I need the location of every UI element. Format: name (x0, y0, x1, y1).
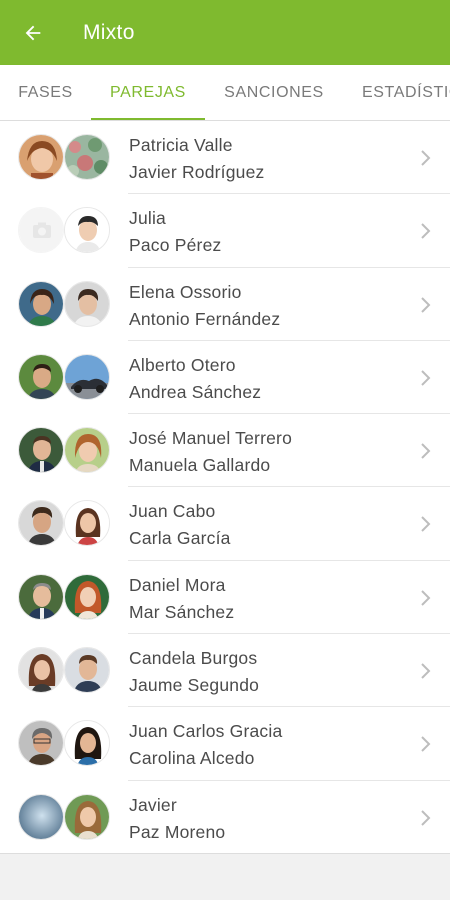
avatar (18, 720, 64, 767)
avatar (64, 353, 110, 400)
list-item[interactable]: Patricia Valle Javier Rodríguez (0, 121, 450, 195)
tab-sanciones[interactable]: SANCIONES (205, 65, 343, 120)
arrow-back-icon (25, 25, 41, 40)
list-item[interactable]: Elena Ossorio Antonio Fernández (0, 268, 450, 341)
player-two-name: Paz Moreno (129, 821, 226, 842)
list-item[interactable]: José Manuel Terrero Manuela Gallardo (0, 414, 450, 488)
list-item[interactable]: Juan Carlos Gracia Carolina Alcedo (0, 707, 450, 781)
list-item[interactable]: Alberto Otero Andrea Sánchez (0, 341, 450, 415)
app-bar: Mixto (0, 0, 450, 65)
player-two-name: Mar Sánchez (129, 601, 235, 622)
avatar (18, 793, 64, 840)
chevron-right-icon (421, 150, 431, 166)
avatar (18, 500, 64, 547)
avatar (64, 720, 110, 767)
list-item[interactable]: Candela Burgos Jaume Segundo (0, 634, 450, 708)
tab-estadisticas[interactable]: ESTADÍSTIC (343, 65, 450, 120)
chevron-right-icon (421, 516, 431, 533)
player-one-name: Candela Burgos (129, 648, 258, 669)
back-button[interactable] (0, 0, 66, 65)
player-one-name: Daniel Mora (129, 574, 226, 595)
chevron-right-icon (421, 370, 431, 386)
pairs-list: Patricia Valle Javier Rodríguez Julia Pa… (0, 121, 450, 854)
player-one-name: Elena Ossorio (129, 281, 242, 302)
player-two-name: Jaume Segundo (129, 675, 260, 696)
avatar (18, 647, 64, 694)
avatar (18, 280, 64, 327)
list-item[interactable]: Javier Paz Moreno (0, 781, 450, 854)
avatar (18, 573, 64, 620)
avatar (18, 427, 64, 474)
avatar (64, 793, 110, 840)
tab-fases[interactable]: FASES (0, 65, 91, 120)
avatar (64, 207, 110, 254)
avatar (64, 134, 110, 180)
player-two-name: Carla García (129, 528, 231, 549)
player-two-name: Manuela Gallardo (129, 455, 271, 476)
player-one-name: Patricia Valle (129, 135, 233, 155)
active-tab-indicator (91, 118, 205, 120)
chevron-right-icon (421, 663, 431, 679)
player-two-name: Antonio Fernández (129, 308, 281, 329)
avatar-placeholder (18, 207, 64, 254)
avatar (64, 500, 110, 547)
chevron-right-icon (421, 736, 431, 753)
tab-parejas[interactable]: PAREJAS (91, 65, 205, 120)
player-one-name: Julia (129, 208, 166, 229)
avatar (18, 353, 64, 400)
avatar (64, 573, 110, 620)
list-item[interactable]: Julia Paco Pérez (0, 194, 450, 268)
player-two-name: Javier Rodríguez (129, 162, 265, 182)
player-one-name: Javier (129, 794, 177, 815)
avatar (64, 647, 110, 694)
avatar (64, 427, 110, 474)
page-title: Mixto (83, 20, 135, 44)
player-one-name: Alberto Otero (129, 354, 236, 375)
list-item[interactable]: Daniel Mora Mar Sánchez (0, 561, 450, 635)
player-two-name: Andrea Sánchez (129, 381, 262, 402)
avatar (64, 280, 110, 327)
player-two-name: Carolina Alcedo (129, 748, 255, 769)
chevron-right-icon (421, 809, 431, 826)
list-item[interactable]: Juan Cabo Carla García (0, 487, 450, 561)
player-two-name: Paco Pérez (129, 235, 222, 256)
chevron-right-icon (421, 223, 431, 240)
tab-bar: FASES PAREJAS SANCIONES ESTADÍSTIC (0, 65, 450, 121)
chevron-right-icon (421, 590, 431, 606)
chevron-right-icon (421, 296, 431, 313)
player-one-name: Juan Cabo (129, 501, 216, 522)
chevron-right-icon (421, 443, 431, 459)
player-one-name: José Manuel Terrero (129, 428, 293, 449)
avatar (18, 134, 64, 180)
player-one-name: Juan Carlos Gracia (129, 721, 283, 742)
